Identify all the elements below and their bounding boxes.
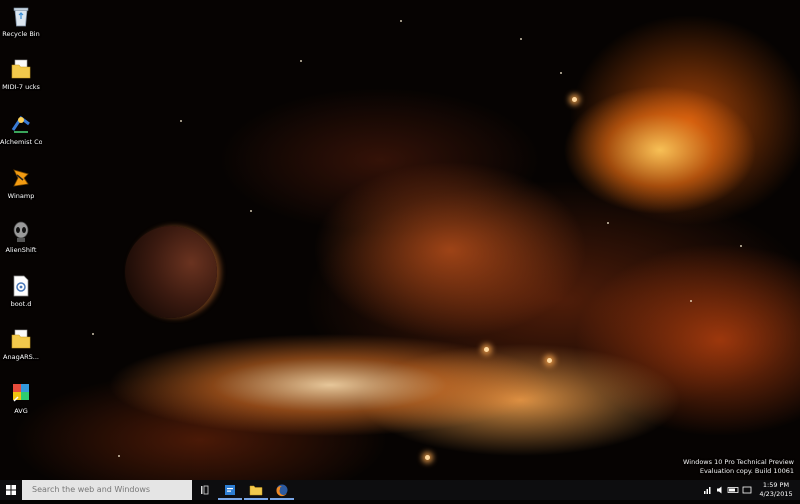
star [607, 222, 609, 224]
desktop-icon-label: AlienShift [5, 246, 37, 254]
star [484, 347, 489, 352]
desktop-icon-alien-game[interactable]: AlienShift [0, 220, 42, 254]
taskbar-clock[interactable]: 1:59 PM 4/23/2015 [758, 481, 794, 499]
star [572, 97, 577, 102]
star [180, 120, 182, 122]
alien-icon [10, 220, 32, 244]
star [300, 60, 302, 62]
desktop-icon-mirror-folder[interactable]: MIDI-7 ucks [0, 57, 42, 91]
avg-icon [10, 381, 32, 405]
desktop-icon-avg[interactable]: AVG [0, 381, 42, 415]
star [92, 333, 94, 335]
task-view-button[interactable] [192, 480, 216, 500]
app-icon [10, 112, 32, 136]
star [520, 38, 522, 40]
language-icon[interactable] [742, 486, 752, 494]
file-gear-icon [10, 274, 32, 298]
star [250, 210, 252, 212]
desktop-icon-recycle-bin[interactable]: Recycle Bin [0, 4, 42, 38]
winamp-icon [10, 166, 32, 190]
watermark-line: Windows 10 Pro Technical Preview [682, 458, 794, 466]
star [560, 72, 562, 74]
firefox-icon [276, 484, 288, 497]
recycle-bin-icon [10, 4, 32, 28]
desktop-icon-archive-folder[interactable]: AnagARS... [0, 327, 42, 361]
tray-icons [704, 486, 752, 494]
volume-icon[interactable] [717, 486, 722, 494]
star [118, 455, 120, 457]
store-button[interactable] [218, 480, 242, 500]
clock-date: 4/23/2015 [759, 490, 793, 498]
desktop-icon-label: AnagARS... [3, 353, 39, 361]
desktop-icon-label: Recycle Bin [2, 30, 40, 38]
star [425, 455, 430, 460]
desktop-icon-label: Winamp [7, 192, 35, 200]
firefox-button[interactable] [270, 480, 294, 500]
desktop-icon-label: MIDI-7 ucks [2, 83, 40, 91]
desktop-icon-label: Alchemist Composo [0, 138, 42, 146]
folder-icon [10, 57, 32, 81]
desktop-icon-batch-file[interactable]: boot.d [0, 274, 42, 308]
start-button[interactable] [0, 480, 22, 500]
search-placeholder: Search the web and Windows [32, 485, 151, 494]
build-watermark: Windows 10 Pro Technical Preview Evaluat… [683, 458, 794, 476]
battery-icon[interactable] [727, 487, 739, 493]
desktop-icon-label: AVG [14, 407, 28, 415]
store-icon [225, 485, 235, 495]
star [400, 20, 402, 22]
planet-graphic [125, 226, 217, 318]
desktop-icon-winamp[interactable]: Winamp [0, 166, 42, 200]
folder-icon [10, 327, 32, 351]
network-icon[interactable] [704, 487, 711, 494]
clock-time: 1:59 PM [762, 481, 790, 489]
desktop-wallpaper: Recycle Bin MIDI-7 ucks Alchemist Compos… [0, 0, 800, 480]
search-input[interactable]: Search the web and Windows [22, 480, 192, 500]
watermark-line: Evaluation copy. Build 10061 [699, 467, 794, 475]
desktop-icon-label: boot.d [10, 300, 32, 308]
folder-icon [249, 485, 263, 496]
taskbar: Search the web and Windows 1:59 PM 4/23/… [0, 480, 800, 500]
star [547, 358, 552, 363]
file-explorer-button[interactable] [244, 480, 268, 500]
system-tray: 1:59 PM 4/23/2015 [700, 480, 800, 500]
star [740, 245, 742, 247]
task-view-icon [201, 485, 209, 495]
windows-logo-icon [6, 485, 16, 495]
desktop-icon-alchemist-compose[interactable]: Alchemist Composo [0, 112, 42, 146]
star [690, 300, 692, 302]
